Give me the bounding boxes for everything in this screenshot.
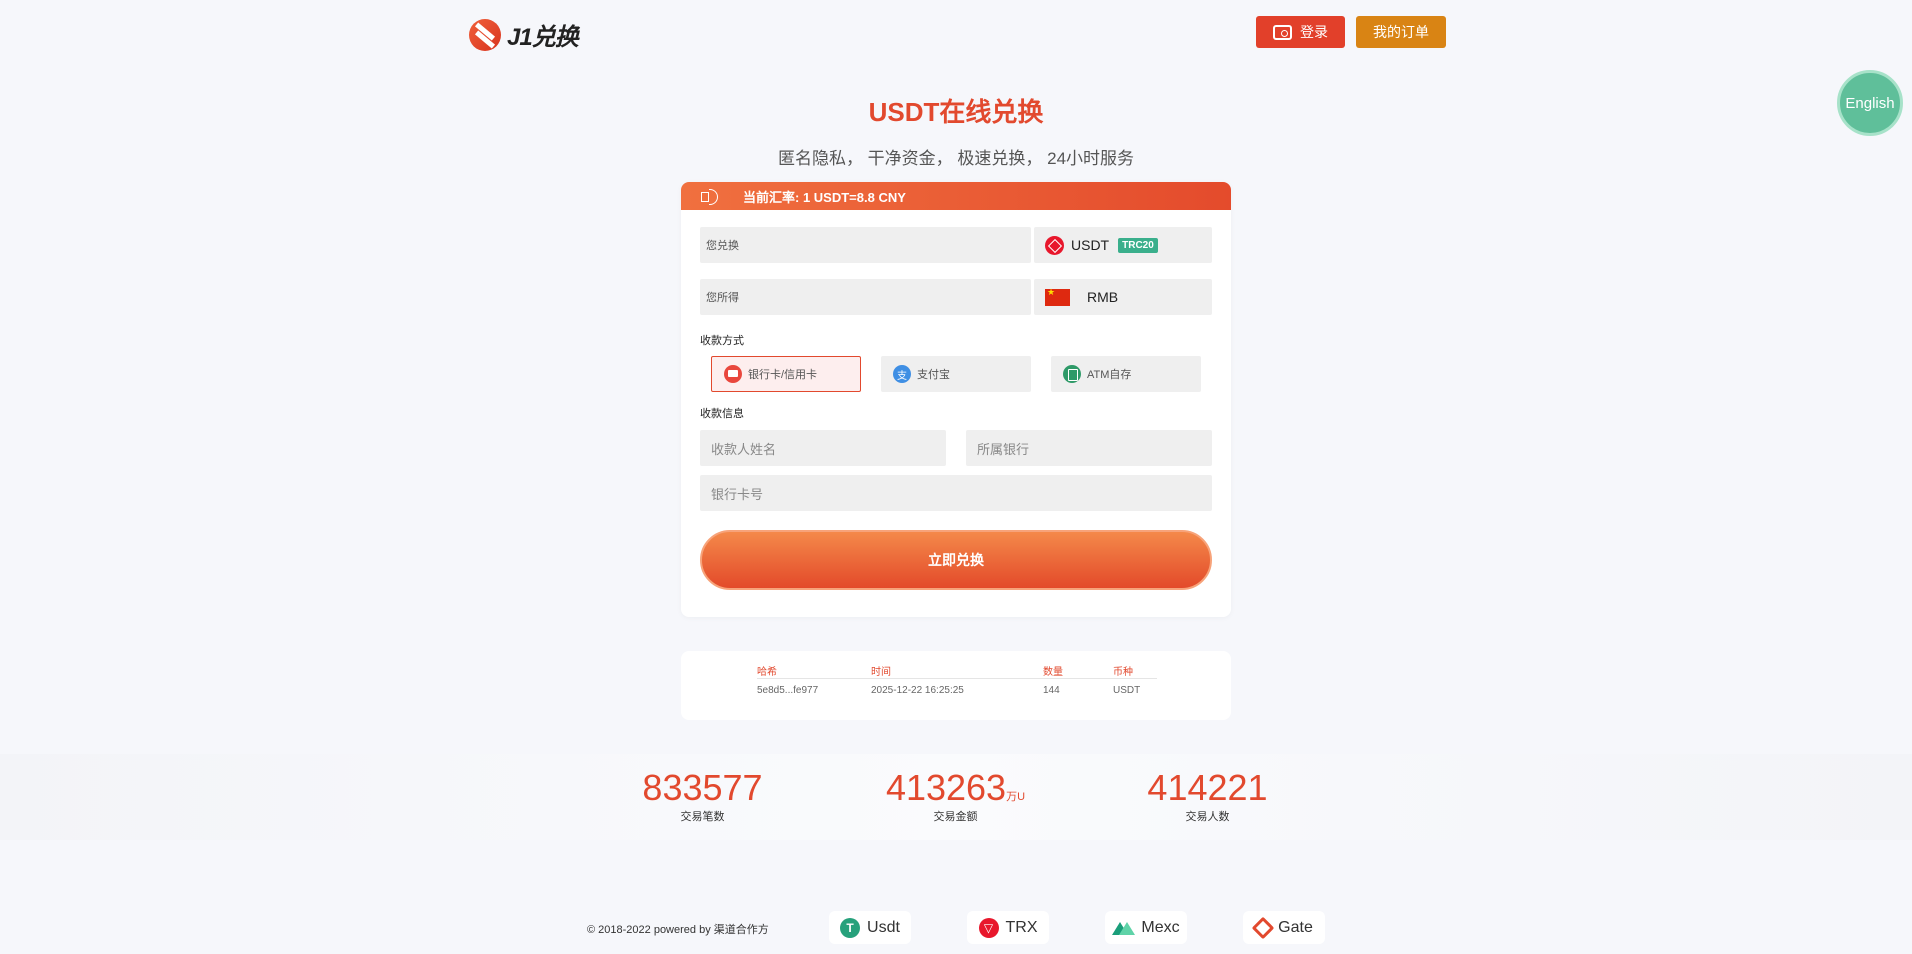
send-currency-label: USDT <box>1071 237 1110 253</box>
wallet-icon <box>1273 24 1292 40</box>
payment-option-label: ATM自存 <box>1087 369 1132 381</box>
receive-currency-select[interactable]: RMB <box>1034 279 1212 315</box>
partner-mexc[interactable]: Mexc <box>1105 911 1187 944</box>
column-amount: 数量 <box>1043 667 1063 678</box>
stat-trade-volume: 413263万U 交易金额 <box>885 770 1026 824</box>
gate-icon <box>1251 916 1275 939</box>
column-time: 时间 <box>871 667 891 678</box>
logo-text: J1兑换 <box>507 24 579 51</box>
send-currency-select[interactable]: USDT TRC20 <box>1034 227 1212 263</box>
page-title: USDT在线兑换 <box>868 97 1044 127</box>
tx-coin: USDT <box>1113 685 1141 696</box>
network-badge: TRC20 <box>1118 237 1158 253</box>
send-row: 您兑换 USDT TRC20 <box>700 227 1212 263</box>
alipay-icon: 支 <box>893 365 911 383</box>
partner-name: TRX <box>1005 918 1038 936</box>
stat-user-count: 414221 交易人数 <box>1145 770 1270 824</box>
recent-transactions: 哈希 时间 数量 币种 5e8d5...fe977 2025-12-22 16:… <box>681 651 1231 720</box>
stats-strip: 833577 交易笔数 413263万U 交易金额 414221 交易人数 <box>0 754 1912 840</box>
payment-method-label: 收款方式 <box>700 335 744 347</box>
page-subtitle: 匿名隐私， 干净资金， 极速兑换， 24小时服务 <box>777 149 1135 168</box>
tx-time: 2025-12-22 16:25:25 <box>871 685 964 696</box>
stat-label: 交易人数 <box>1185 811 1230 823</box>
site-logo[interactable]: J1兑换 <box>469 17 579 52</box>
payee-info-label: 收款信息 <box>700 408 744 420</box>
table-row: 5e8d5...fe977 2025-12-22 16:25:25 144 US… <box>757 685 1157 699</box>
bank-card-icon <box>724 365 742 383</box>
china-flag-icon <box>1045 287 1070 306</box>
receive-amount-input[interactable]: 您所得 <box>700 279 1031 315</box>
stat-value: 414221 <box>1147 767 1268 808</box>
exchange-now-button[interactable]: 立即兑换 <box>700 530 1212 590</box>
stat-label: 交易笔数 <box>680 811 725 823</box>
usdt-icon: T <box>840 917 861 938</box>
partner-gate[interactable]: Gate <box>1243 911 1325 944</box>
tx-hash: 5e8d5...fe977 <box>757 685 819 696</box>
receive-row: 您所得 RMB <box>700 279 1212 315</box>
payment-option-bank-card[interactable]: 银行卡/信用卡 <box>711 356 861 392</box>
partner-trx[interactable]: ▽ TRX <box>967 911 1049 944</box>
tron-usdt-icon <box>1045 235 1064 255</box>
tx-amount: 144 <box>1043 685 1060 696</box>
stat-value: 833577 <box>642 767 763 808</box>
my-orders-button[interactable]: 我的订单 <box>1356 16 1446 48</box>
copyright-text: © 2018-2022 powered by 渠道合作方 <box>587 924 769 936</box>
stat-unit: 万U <box>1006 791 1026 803</box>
atm-icon <box>1063 365 1081 383</box>
transactions-header: 哈希 时间 数量 币种 <box>757 663 1157 679</box>
card-number-input[interactable]: 银行卡号 <box>700 475 1212 511</box>
mexc-icon <box>1112 921 1136 935</box>
payment-option-alipay[interactable]: 支 支付宝 <box>881 356 1031 392</box>
payee-name-input[interactable]: 收款人姓名 <box>700 430 946 466</box>
bank-name-input[interactable]: 所属银行 <box>966 430 1212 466</box>
partner-name: Gate <box>1278 918 1313 936</box>
stat-trade-count: 833577 交易笔数 <box>640 770 765 824</box>
exchange-card: 当前汇率: 1 USDT=8.8 CNY 您兑换 USDT TRC20 您所得 … <box>681 182 1231 617</box>
speaker-icon <box>701 189 721 205</box>
payment-option-atm[interactable]: ATM自存 <box>1051 356 1201 392</box>
login-label: 登录 <box>1300 24 1328 40</box>
payment-option-label: 支付宝 <box>917 369 950 381</box>
trx-icon: ▽ <box>978 917 999 938</box>
column-coin: 币种 <box>1113 667 1133 678</box>
column-hash: 哈希 <box>757 667 777 678</box>
partner-name: Mexc <box>1141 918 1180 936</box>
receive-currency-label: RMB <box>1087 289 1119 305</box>
exchange-rate-bar: 当前汇率: 1 USDT=8.8 CNY <box>681 182 1231 210</box>
login-button[interactable]: 登录 <box>1256 16 1345 48</box>
send-amount-input[interactable]: 您兑换 <box>700 227 1031 263</box>
partner-name: Usdt <box>867 918 900 936</box>
payment-option-label: 银行卡/信用卡 <box>748 369 818 381</box>
stat-label: 交易金额 <box>933 811 978 823</box>
partner-usdt[interactable]: T Usdt <box>829 911 911 944</box>
stat-value: 413263 <box>885 767 1007 808</box>
exchange-rate-text: 当前汇率: 1 USDT=8.8 CNY <box>743 189 906 205</box>
logo-icon <box>469 18 501 51</box>
